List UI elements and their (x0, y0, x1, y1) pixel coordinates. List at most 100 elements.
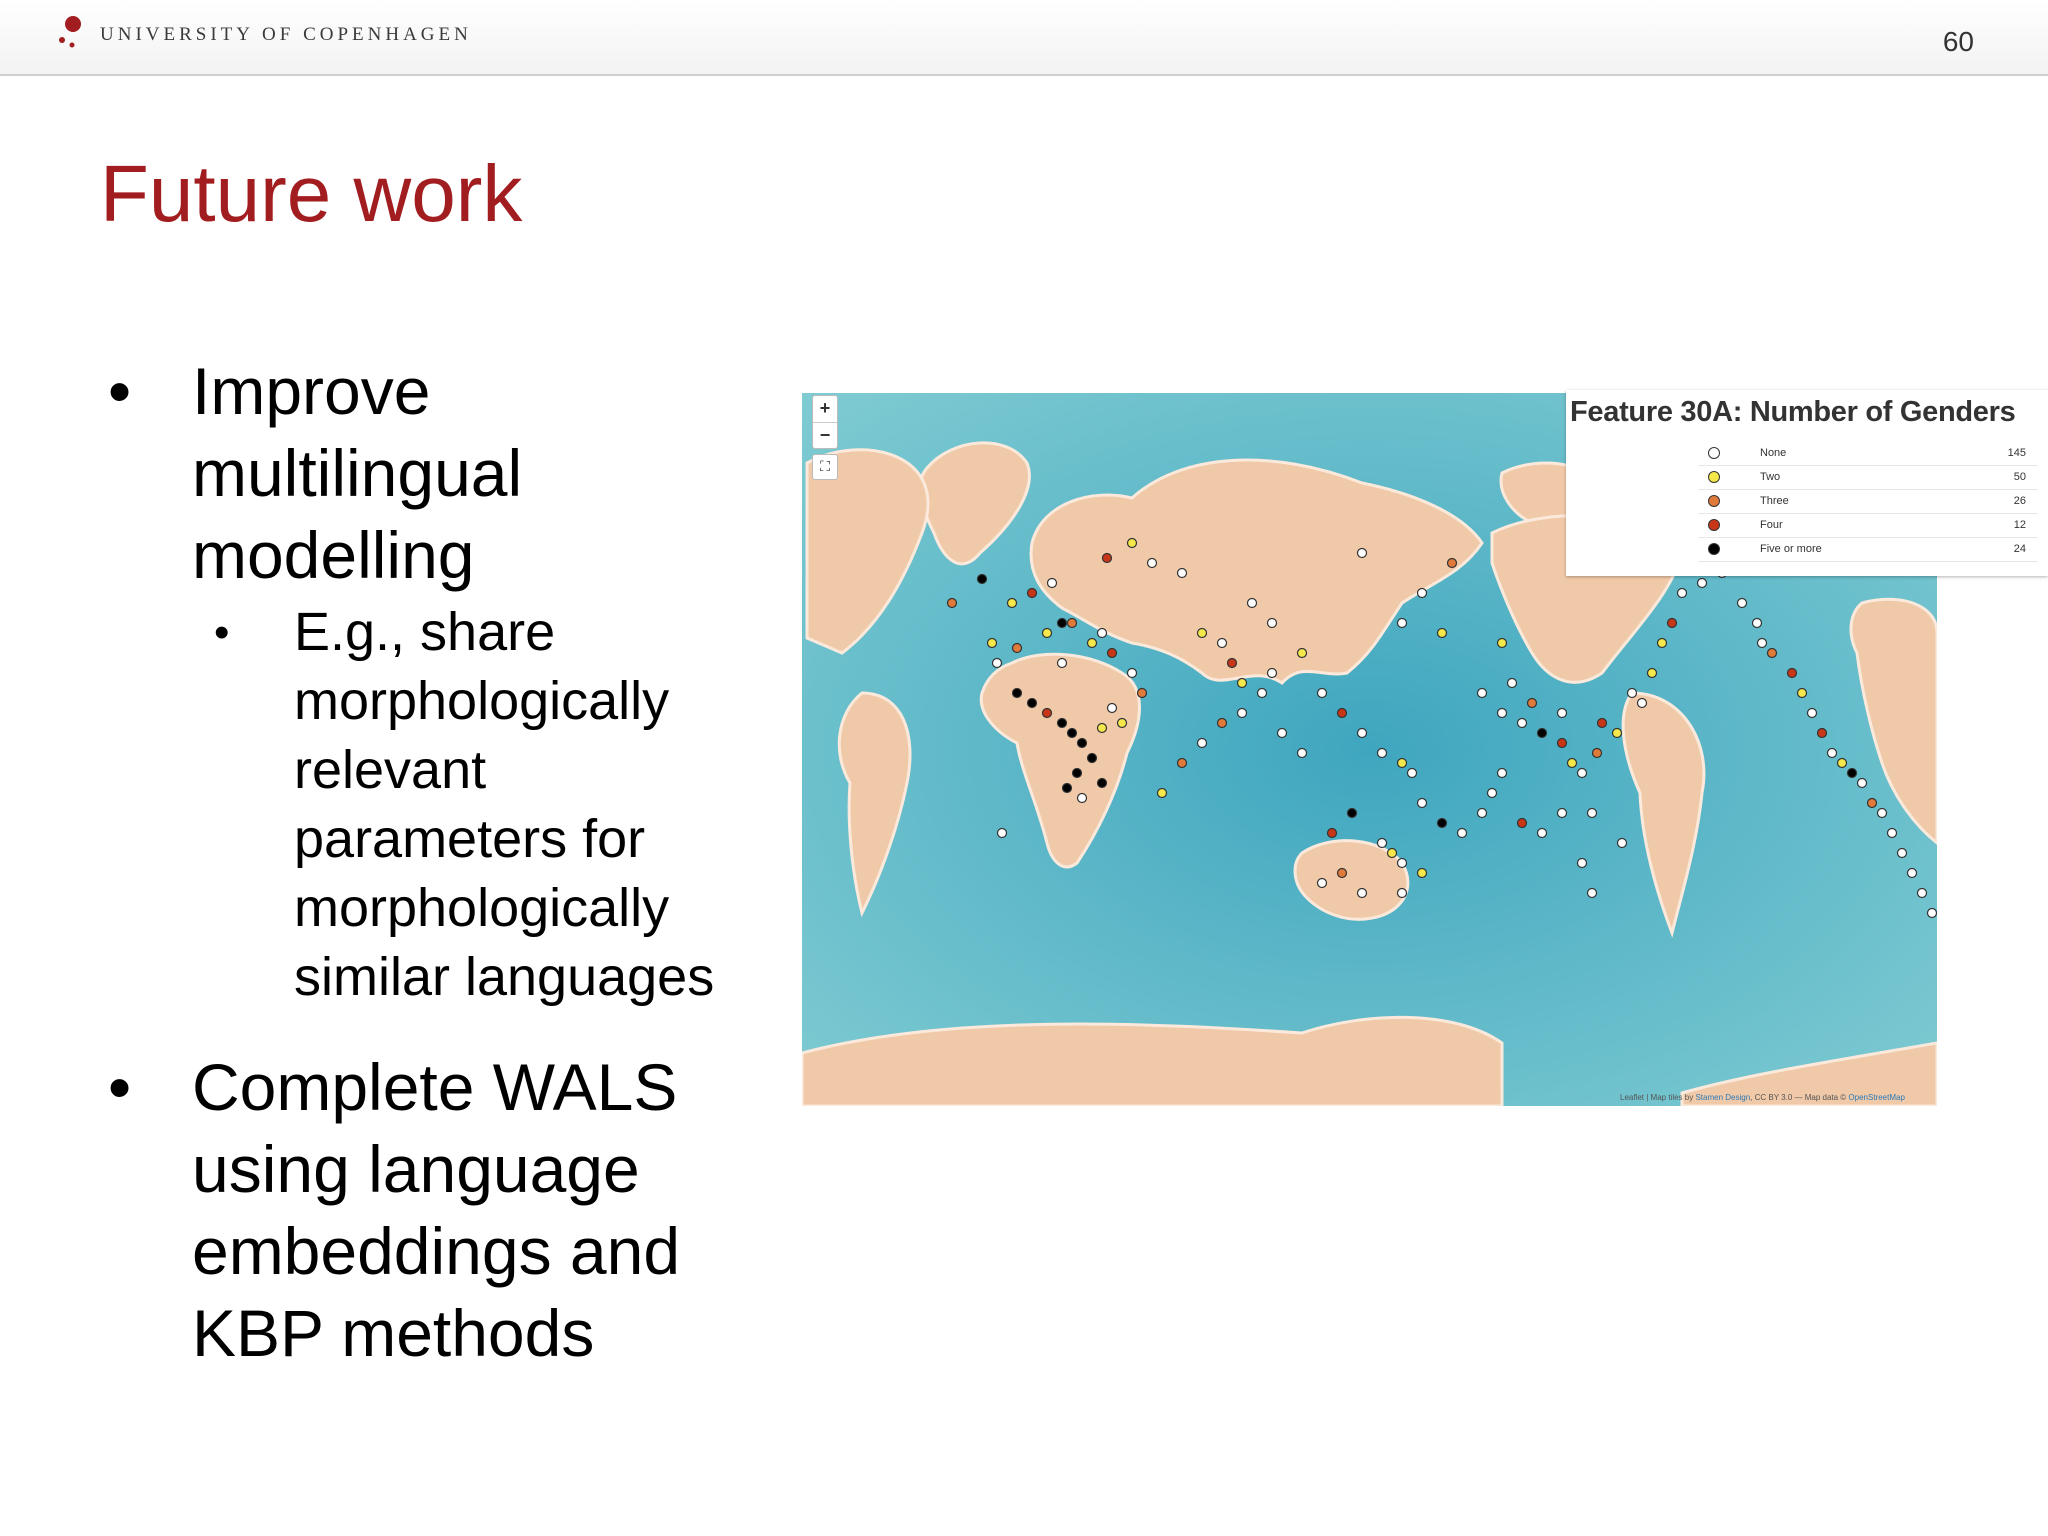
language-marker[interactable] (1356, 887, 1368, 899)
language-marker[interactable] (1216, 637, 1228, 649)
language-marker[interactable] (1386, 847, 1398, 859)
language-marker[interactable] (1516, 817, 1528, 829)
language-marker[interactable] (1576, 767, 1588, 779)
legend-row[interactable]: Four 12 (1698, 514, 2038, 538)
language-marker[interactable] (1526, 697, 1538, 709)
language-marker[interactable] (1336, 867, 1348, 879)
language-marker[interactable] (1196, 627, 1208, 639)
language-marker[interactable] (1326, 827, 1338, 839)
language-marker[interactable] (1536, 827, 1548, 839)
language-marker[interactable] (1576, 857, 1588, 869)
language-marker[interactable] (1356, 727, 1368, 739)
language-marker[interactable] (1796, 687, 1808, 699)
language-marker[interactable] (1906, 867, 1918, 879)
language-marker[interactable] (1041, 627, 1053, 639)
language-marker[interactable] (1336, 707, 1348, 719)
language-marker[interactable] (1656, 637, 1668, 649)
language-marker[interactable] (1496, 637, 1508, 649)
language-marker[interactable] (1006, 597, 1018, 609)
language-marker[interactable] (1076, 737, 1088, 749)
language-marker[interactable] (1596, 717, 1608, 729)
language-marker[interactable] (1026, 587, 1038, 599)
language-marker[interactable] (1766, 647, 1778, 659)
language-marker[interactable] (1236, 707, 1248, 719)
language-marker[interactable] (1236, 677, 1248, 689)
language-marker[interactable] (1396, 887, 1408, 899)
language-marker[interactable] (1056, 717, 1068, 729)
language-marker[interactable] (1226, 657, 1238, 669)
language-marker[interactable] (1296, 747, 1308, 759)
language-marker[interactable] (1406, 767, 1418, 779)
language-marker[interactable] (1676, 587, 1688, 599)
language-marker[interactable] (1616, 837, 1628, 849)
language-marker[interactable] (1396, 757, 1408, 769)
language-marker[interactable] (1536, 727, 1548, 739)
language-marker[interactable] (1041, 707, 1053, 719)
language-marker[interactable] (1096, 777, 1108, 789)
language-marker[interactable] (946, 597, 958, 609)
language-marker[interactable] (1116, 717, 1128, 729)
language-marker[interactable] (1246, 597, 1258, 609)
language-marker[interactable] (1916, 887, 1928, 899)
language-marker[interactable] (1636, 697, 1648, 709)
language-marker[interactable] (1756, 637, 1768, 649)
language-marker[interactable] (1026, 697, 1038, 709)
language-marker[interactable] (1196, 737, 1208, 749)
language-marker[interactable] (1046, 577, 1058, 589)
language-marker[interactable] (1056, 617, 1068, 629)
language-marker[interactable] (1516, 717, 1528, 729)
language-marker[interactable] (1346, 807, 1358, 819)
language-marker[interactable] (1506, 677, 1518, 689)
language-marker[interactable] (1126, 537, 1138, 549)
language-marker[interactable] (1356, 547, 1368, 559)
language-marker[interactable] (1106, 702, 1118, 714)
language-marker[interactable] (1646, 667, 1658, 679)
language-marker[interactable] (1086, 637, 1098, 649)
language-marker[interactable] (1496, 707, 1508, 719)
language-marker[interactable] (1266, 667, 1278, 679)
language-marker[interactable] (1316, 687, 1328, 699)
language-marker[interactable] (1611, 727, 1623, 739)
language-marker[interactable] (1086, 752, 1098, 764)
osm-link[interactable]: OpenStreetMap (1848, 1093, 1904, 1102)
language-marker[interactable] (1476, 807, 1488, 819)
language-marker[interactable] (1836, 757, 1848, 769)
language-marker[interactable] (1866, 797, 1878, 809)
language-marker[interactable] (1751, 617, 1763, 629)
language-marker[interactable] (1846, 767, 1858, 779)
language-marker[interactable] (1486, 787, 1498, 799)
language-marker[interactable] (1786, 667, 1798, 679)
legend-row[interactable]: Five or more 24 (1698, 538, 2038, 562)
zoom-in-button[interactable]: + (813, 396, 837, 422)
language-marker[interactable] (1736, 597, 1748, 609)
language-marker[interactable] (1856, 777, 1868, 789)
language-marker[interactable] (1396, 857, 1408, 869)
language-marker[interactable] (1456, 827, 1468, 839)
language-marker[interactable] (1156, 787, 1168, 799)
language-marker[interactable] (1436, 627, 1448, 639)
language-marker[interactable] (1011, 642, 1023, 654)
language-marker[interactable] (1816, 727, 1828, 739)
language-marker[interactable] (1886, 827, 1898, 839)
language-marker[interactable] (1066, 617, 1078, 629)
language-marker[interactable] (1071, 767, 1083, 779)
language-marker[interactable] (1266, 617, 1278, 629)
language-marker[interactable] (1926, 907, 1937, 919)
legend-row[interactable]: Three 26 (1698, 490, 2038, 514)
language-marker[interactable] (1416, 587, 1428, 599)
language-marker[interactable] (1666, 617, 1678, 629)
language-marker[interactable] (1586, 807, 1598, 819)
language-marker[interactable] (1476, 687, 1488, 699)
language-marker[interactable] (1556, 737, 1568, 749)
language-marker[interactable] (1626, 687, 1638, 699)
language-marker[interactable] (1276, 727, 1288, 739)
language-marker[interactable] (1556, 807, 1568, 819)
language-marker[interactable] (1126, 667, 1138, 679)
language-marker[interactable] (1416, 867, 1428, 879)
language-marker[interactable] (1176, 567, 1188, 579)
language-marker[interactable] (1416, 797, 1428, 809)
language-marker[interactable] (991, 657, 1003, 669)
language-marker[interactable] (1066, 727, 1078, 739)
language-marker[interactable] (1396, 617, 1408, 629)
language-marker[interactable] (1096, 627, 1108, 639)
